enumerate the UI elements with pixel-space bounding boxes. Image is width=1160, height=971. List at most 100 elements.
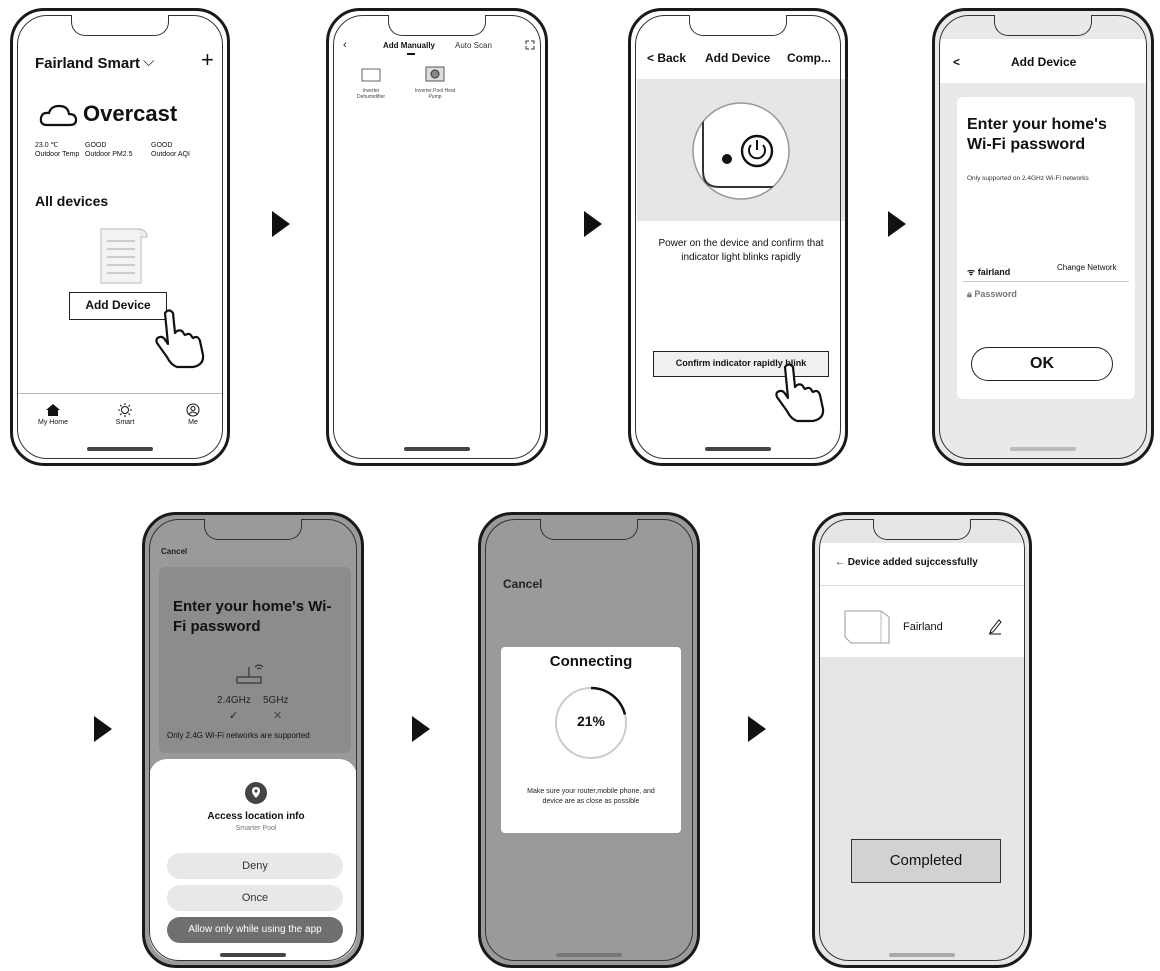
supported-note[interactable]: Only 2.4G Wi-Fi networks are supported [167,731,310,740]
stat-temp: 23.0 ℃ Outdoor Temp [35,142,80,158]
power-indicator-icon [692,102,790,200]
phone-screen-wifi-password: < Add Device Enter your home's Wi-Fi pas… [932,8,1154,466]
phone-notch [873,519,971,540]
wifi-heading: Enter your home's Wi-Fi password [967,116,1107,153]
home-indicator [87,447,153,451]
once-button[interactable]: Once [167,885,343,911]
home-indicator [1010,447,1076,451]
phone-notch [689,15,787,36]
device-thumbnail-icon [844,610,890,644]
router-icon [236,664,264,684]
back-icon[interactable]: < [953,55,960,69]
home-indicator [404,447,470,451]
home-indicator [556,953,622,957]
complete-link[interactable]: Comp... [787,51,831,65]
flow-arrow-icon [584,211,602,237]
wifi-card [159,567,351,753]
success-header[interactable]: ← Device added sujccessfully [835,557,978,568]
phone-notch [388,15,486,36]
tab-add-manually[interactable]: Add Manually [383,41,435,50]
home-indicator [220,953,286,957]
phone-screen-add-device: < Back Add Device Comp... Power on the d… [628,8,848,466]
phone-screen-add-manually: ‹ Add Manually Auto Scan Inverter Dehumi… [326,8,548,466]
heat-pump-icon [425,66,445,82]
completed-button[interactable]: Completed [851,839,1001,883]
password-field[interactable]: 🔒︎ Password [967,289,1017,300]
scan-icon[interactable] [525,40,535,50]
chevron-down-icon[interactable]: ⌵ [143,53,154,70]
allow-while-using-button[interactable]: Allow only while using the app [167,917,343,943]
back-icon[interactable]: ‹ [343,39,347,51]
dehumidifier-icon [361,68,381,82]
back-button[interactable]: < Back [647,51,686,65]
flow-arrow-icon [272,211,290,237]
sheet-title: Access location info [207,811,305,822]
tabbar-divider [17,393,223,394]
phone-screen-success: ← Device added sujccessfully Fairland Co… [812,512,1032,968]
lock-icon: 🔒︎ [967,289,972,299]
phone-screen-location-permission: Cancel Enter your home's Wi-Fi password … [142,512,364,968]
device-tile-heat-pump[interactable]: Inverter Pool Heat Pump [413,65,457,100]
progress-percent: 21% [576,713,606,729]
phone-notch [71,15,169,36]
band-24ghz: 2.4GHz [217,695,251,706]
phone-notch [540,519,638,540]
stat-aqi: GOOD Outdoor AQI [151,142,190,158]
password-placeholder: Password [974,289,1017,299]
user-icon [186,403,200,417]
flow-arrow-icon [748,716,766,742]
cross-icon: ✕ [273,710,283,722]
sun-icon [118,403,132,417]
band-5ghz: 5GHz [263,695,289,706]
phone-screen-home: Fairland Smart ⌵ + Overcast 23.0 ℃ Outdoo… [10,8,230,466]
home-indicator [889,953,955,957]
check-icon: ✓ [229,710,239,722]
location-pin-icon [245,782,267,804]
phone-screen-connecting: Cancel Connecting 21% Make sure your rou… [478,512,700,968]
arrow-left-icon[interactable]: ← [835,557,845,568]
cancel-button[interactable]: Cancel [503,577,542,591]
wifi-note: Only supported on 2.4GHz Wi-Fi networks [967,175,1089,182]
nav-my-home[interactable]: My Home [33,403,73,426]
device-name: Fairland [903,621,943,633]
sheet-subtitle: Smarter Pool [235,825,277,832]
flow-arrow-icon [888,211,906,237]
divider [963,281,1129,282]
instruction-text: Power on the device and confirm that ind… [658,238,824,263]
change-network-link[interactable]: Change Network [1057,263,1117,272]
nav-me[interactable]: Me [173,403,213,426]
network-name: fairland [977,267,1011,277]
wifi-heading: Enter your home's Wi-Fi password [173,598,332,635]
tab-indicator [407,53,415,55]
add-icon[interactable]: + [201,47,214,73]
empty-list-icon [100,228,148,284]
phone-notch [204,519,302,540]
flow-arrow-icon [412,716,430,742]
flow-arrow-icon [94,716,112,742]
connecting-title: Connecting [549,653,633,670]
cloud-icon [39,104,78,127]
edit-icon[interactable] [987,617,1003,635]
home-icon [46,404,60,416]
page-title: Add Device [705,51,771,65]
section-title: All devices [35,193,109,209]
divider [819,585,1025,586]
device-tile-dehumidifier[interactable]: Inverter Dehumidifier [349,67,393,100]
page-title: Add Device [1011,55,1077,69]
nav-smart[interactable]: Smart [105,403,145,426]
weather-label: Overcast [83,101,178,126]
tab-auto-scan[interactable]: Auto Scan [455,41,492,50]
ok-button[interactable]: OK [971,347,1113,381]
stat-pm25: GOOD Outdoor PM2.5 [85,142,133,158]
tap-hand-icon [775,363,825,423]
success-title: Device added sujccessfully [847,557,978,568]
cancel-button[interactable]: Cancel [161,547,187,556]
tap-hand-icon [155,309,205,369]
phone-notch [994,15,1092,36]
network-row[interactable]: ᯤ fairland [967,265,1010,278]
home-name[interactable]: Fairland Smart [35,55,140,72]
deny-button[interactable]: Deny [167,853,343,879]
proximity-hint: Make sure your router,mobile phone, and … [527,788,655,805]
wifi-icon: ᯤ [967,267,976,277]
home-indicator [705,447,771,451]
